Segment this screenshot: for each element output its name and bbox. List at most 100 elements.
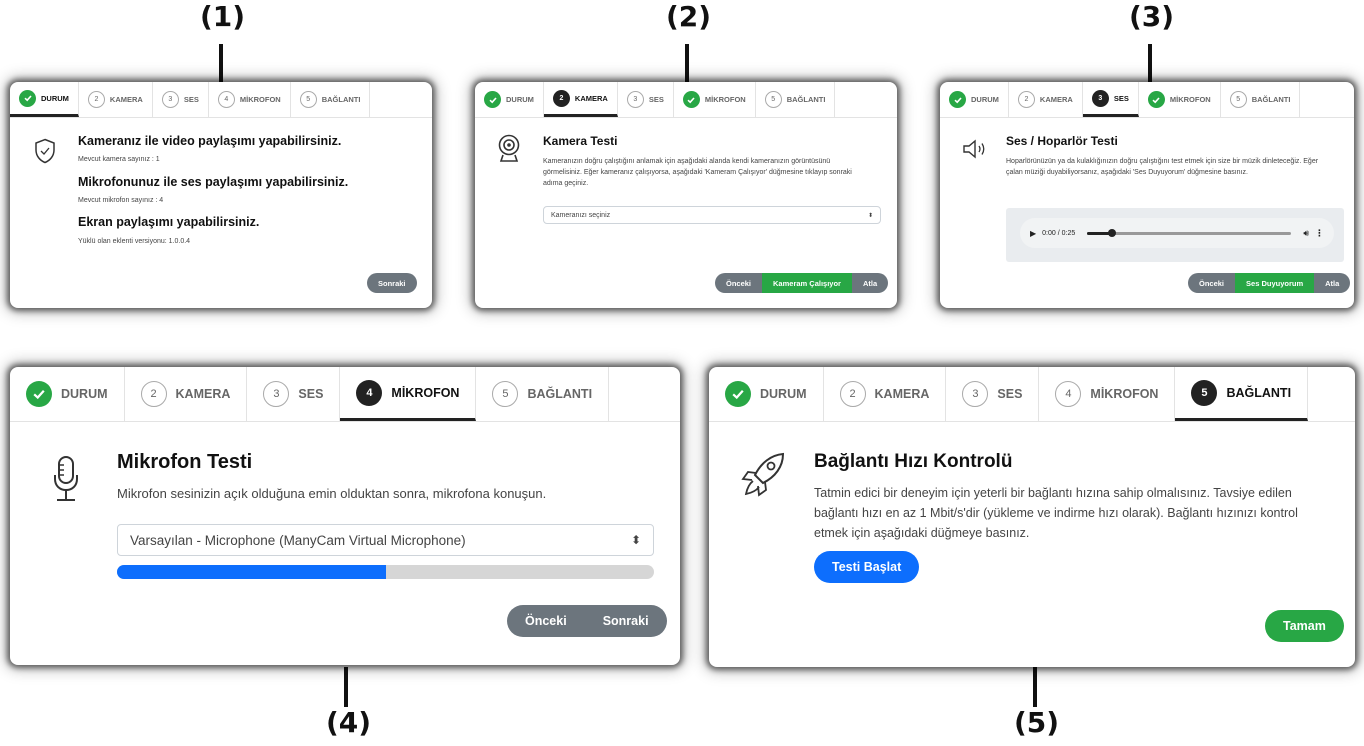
check-icon	[682, 91, 700, 108]
next-button[interactable]: Sonraki	[367, 273, 417, 293]
tab-durum[interactable]: DURUM	[10, 367, 125, 421]
connector-line-2	[685, 44, 689, 84]
tab-label: KAMERA	[1039, 95, 1073, 104]
mic-status-heading: Mikrofonunuz ile ses paylaşımı yapabilir…	[78, 175, 349, 189]
tab-ses[interactable]: 3 SES	[1082, 82, 1139, 117]
tab-kamera[interactable]: 2 KAMERA	[824, 367, 947, 421]
check-icon	[725, 381, 751, 407]
tab-kamera[interactable]: 2 KAMERA	[1009, 82, 1083, 117]
tab-mikrofon[interactable]: 4 MİKROFON	[1039, 367, 1176, 421]
tab-label: SES	[298, 387, 324, 401]
tab-baglanti[interactable]: 5 BAĞLANTI	[756, 82, 836, 117]
connector-line-3	[1148, 44, 1152, 84]
step-number-badge: 5	[299, 91, 317, 108]
microphone-select[interactable]: Varsayılan - Microphone (ManyCam Virtual…	[117, 524, 654, 556]
step-number-badge: 5	[1191, 379, 1218, 406]
step-tabs: DURUM 2 KAMERA 3 SES 4 MİKROFON 5 BAĞLANTI	[709, 367, 1355, 422]
speaker-icon	[963, 139, 985, 159]
tab-label: DURUM	[41, 93, 69, 103]
footer-buttons: Sonraki	[367, 273, 417, 293]
connection-test-description: Tatmin edici bir deneyim için yeterli bi…	[814, 486, 1298, 540]
tab-label: MİKROFON	[704, 95, 746, 104]
tab-label: SES	[997, 387, 1023, 401]
tab-kamera[interactable]: 2 KAMERA	[79, 82, 153, 117]
skip-button[interactable]: Atla	[1314, 273, 1351, 293]
status-panel: DURUM 2 KAMERA 3 SES 4 MİKROFON 5 BAĞLANTI K…	[10, 82, 432, 308]
check-icon	[949, 91, 966, 108]
tab-label: SES	[1113, 93, 1129, 103]
tab-baglanti[interactable]: 5 BAĞLANTI	[476, 367, 610, 421]
rocket-icon	[741, 452, 785, 497]
tab-mikrofon[interactable]: 4 MİKROFON	[340, 367, 477, 421]
step-number-badge: 3	[263, 381, 290, 407]
audio-seek-bar[interactable]	[1087, 229, 1292, 237]
screen-share-heading: Ekran paylaşımı yapabilirsiniz.	[78, 215, 260, 229]
connector-line-5	[1033, 667, 1037, 707]
step-number-badge: 3	[962, 381, 989, 407]
sound-heard-button[interactable]: Ses Duyuyorum	[1235, 273, 1315, 293]
extension-version: Yüklü olan eklenti versiyonu: 1.0.0.4	[78, 238, 191, 245]
tab-ses[interactable]: 3 SES	[618, 82, 674, 117]
tab-label: BAĞLANTI	[786, 95, 826, 104]
camera-status-heading: Kameranız ile video paylaşımı yapabilirs…	[78, 134, 342, 148]
tab-label: DURUM	[760, 387, 807, 401]
tab-label: DURUM	[971, 95, 999, 104]
tab-durum[interactable]: DURUM	[709, 367, 824, 421]
step-number-badge: 4	[217, 91, 235, 108]
camera-test-panel: DURUM 2 KAMERA 3 SES MİKROFON 5 BAĞLANTI Ka…	[475, 82, 897, 308]
previous-button[interactable]: Önceki	[1188, 273, 1236, 293]
step-tabs: DURUM 2 KAMERA 3 SES MİKROFON 5 BAĞLANTI	[475, 82, 897, 118]
tab-label: SES	[183, 95, 199, 104]
tab-baglanti[interactable]: 5 BAĞLANTI	[1221, 82, 1301, 117]
microphone-select-value: Varsayılan - Microphone (ManyCam Virtual…	[130, 532, 466, 548]
tab-label: BAĞLANTI	[1226, 385, 1292, 400]
camera-test-description: Kameranızın doğru çalıştığını anlamak iç…	[543, 158, 852, 187]
tab-durum[interactable]: DURUM	[940, 82, 1009, 117]
tab-kamera[interactable]: 2 KAMERA	[543, 82, 618, 117]
tab-baglanti[interactable]: 5 BAĞLANTI	[1175, 367, 1309, 421]
tab-baglanti[interactable]: 5 BAĞLANTI	[291, 82, 371, 117]
tab-durum[interactable]: DURUM	[10, 82, 79, 117]
tab-label: KAMERA	[175, 387, 231, 401]
step-number-badge: 2	[1017, 91, 1035, 108]
camera-count: Mevcut kamera sayınız : 1	[78, 156, 160, 163]
tab-label: DURUM	[61, 387, 108, 401]
tab-ses[interactable]: 3 SES	[946, 367, 1040, 421]
tab-label: MİKROFON	[1169, 95, 1211, 104]
next-button[interactable]: Sonraki	[584, 605, 667, 637]
step-label-4: (4)	[326, 706, 372, 739]
step-number-badge: 4	[1055, 381, 1082, 407]
previous-button[interactable]: Önceki	[507, 605, 585, 637]
skip-button[interactable]: Atla	[851, 273, 889, 293]
tab-label: KAMERA	[109, 95, 143, 104]
camera-working-button[interactable]: Kameram Çalışıyor	[762, 273, 852, 293]
tab-label: MİKROFON	[239, 95, 281, 104]
tab-mikrofon[interactable]: MİKROFON	[1139, 82, 1221, 117]
done-button[interactable]: Tamam	[1265, 610, 1344, 642]
check-icon	[484, 91, 501, 108]
play-icon[interactable]: ▶	[1030, 229, 1036, 238]
audio-player-area: ▶ 0:00 / 0:25 🔊︎ ⋮	[1006, 208, 1344, 262]
step-label-5: (5)	[1014, 706, 1060, 739]
step-number-badge: 2	[839, 381, 866, 407]
start-test-button[interactable]: Testi Başlat	[814, 551, 920, 583]
tab-mikrofon[interactable]: MİKROFON	[674, 82, 756, 117]
connector-line-1	[219, 44, 223, 84]
tab-ses[interactable]: 3 SES	[247, 367, 341, 421]
tab-label: MİKROFON	[391, 385, 460, 400]
tab-durum[interactable]: DURUM	[475, 82, 544, 117]
step-number-badge: 5	[1229, 91, 1247, 108]
audio-player[interactable]: ▶ 0:00 / 0:25 🔊︎ ⋮	[1020, 218, 1334, 248]
audio-seek-knob[interactable]	[1107, 229, 1116, 237]
previous-button[interactable]: Önceki	[715, 273, 763, 293]
select-arrows-icon: ⬍	[867, 212, 873, 219]
camera-select[interactable]: Kameranızı seçiniz ⬍	[543, 206, 881, 224]
volume-icon[interactable]: 🔊︎	[1303, 228, 1309, 239]
step-number-badge: 3	[161, 91, 179, 108]
step-number-badge: 3	[1091, 89, 1109, 107]
tab-ses[interactable]: 3 SES	[153, 82, 209, 117]
tab-kamera[interactable]: 2 KAMERA	[125, 367, 248, 421]
more-options-icon[interactable]: ⋮	[1315, 228, 1324, 239]
step-number-badge: 2	[87, 91, 105, 108]
tab-mikrofon[interactable]: 4 MİKROFON	[209, 82, 291, 117]
